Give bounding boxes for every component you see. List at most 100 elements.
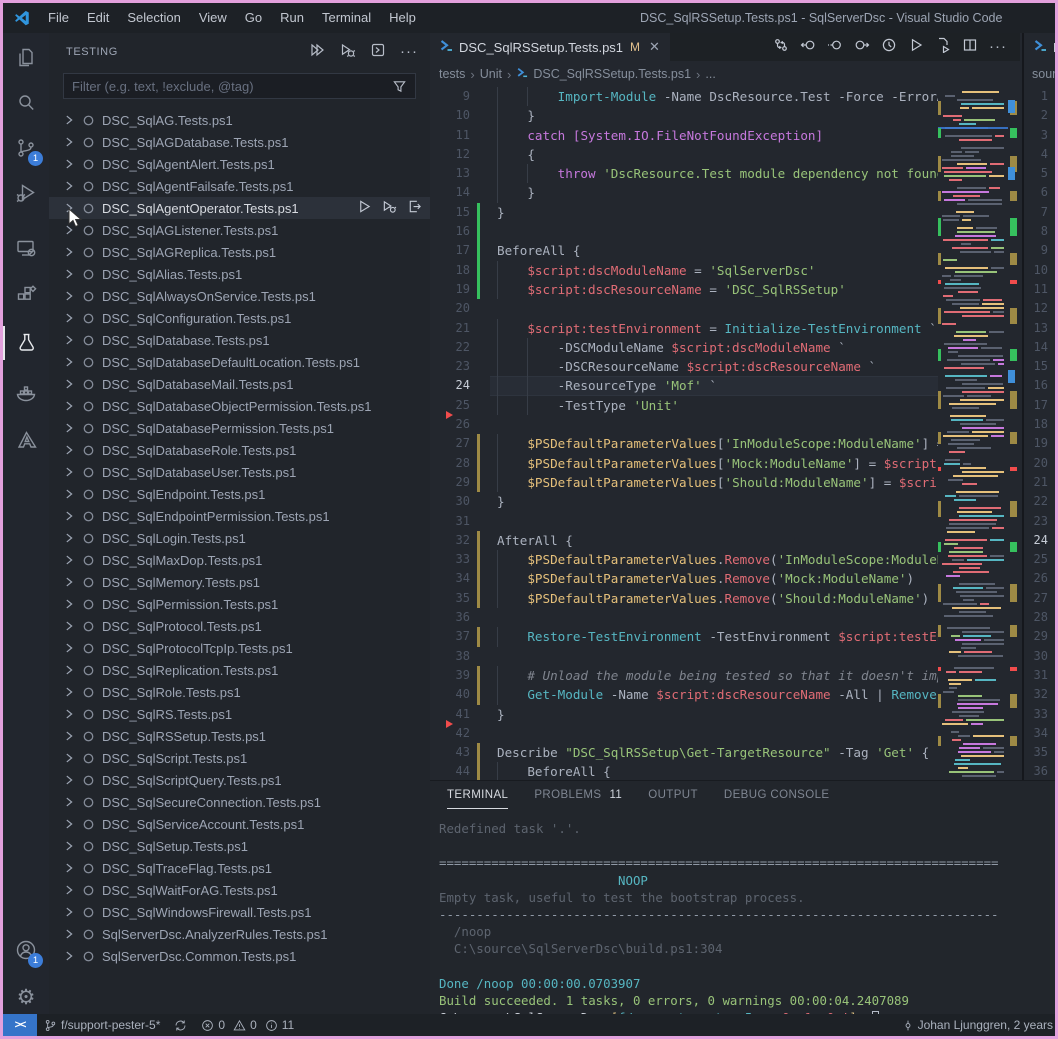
- line-number[interactable]: 21: [430, 319, 470, 338]
- activity-item-docker[interactable]: [3, 370, 49, 416]
- code-line[interactable]: 43Describe "DSC_SqlRSSetup\Get-TargetRes…: [430, 743, 938, 762]
- code-line[interactable]: 26: [430, 415, 938, 434]
- test-file-row[interactable]: DSC_SqlAgentFailsafe.Tests.ps1: [49, 175, 430, 197]
- remote-indicator[interactable]: ><: [3, 1014, 37, 1036]
- test-file-row[interactable]: DSC_SqlWindowsFirewall.Tests.ps1: [49, 901, 430, 923]
- panel-tab-debug-console[interactable]: DEBUG CONSOLE: [724, 781, 830, 809]
- line-number[interactable]: 43: [430, 743, 470, 762]
- line-number[interactable]: 27: [1024, 589, 1055, 608]
- test-file-row[interactable]: DSC_SqlDatabase.Tests.ps1: [49, 329, 430, 351]
- branch-status-item[interactable]: f/support-pester-5*: [37, 1018, 167, 1032]
- debug-test-button[interactable]: [382, 199, 397, 217]
- test-file-row[interactable]: DSC_SqlWaitForAG.Tests.ps1: [49, 879, 430, 901]
- breadcrumb-item[interactable]: sour: [1032, 67, 1056, 81]
- close-tab-icon[interactable]: ✕: [649, 39, 660, 55]
- line-number[interactable]: 33: [430, 550, 470, 569]
- code-line[interactable]: 31: [430, 512, 938, 531]
- line-number[interactable]: 6: [1024, 183, 1055, 202]
- line-number[interactable]: 14: [1024, 338, 1055, 357]
- menu-item-go[interactable]: Go: [236, 3, 271, 33]
- line-number[interactable]: 9: [1024, 241, 1055, 260]
- activity-item-extensions[interactable]: [3, 272, 49, 318]
- line-number[interactable]: 39: [430, 666, 470, 685]
- activity-item-remote-explorer[interactable]: [3, 225, 49, 271]
- line-number[interactable]: 21: [1024, 473, 1055, 492]
- line-number[interactable]: 23: [1024, 512, 1055, 531]
- editor-tab-2[interactable]: D: [1024, 33, 1055, 61]
- test-file-row[interactable]: DSC_SqlDatabaseRole.Tests.ps1: [49, 439, 430, 461]
- code-line[interactable]: 44 BeforeAll {: [430, 762, 938, 780]
- panel-tab-terminal[interactable]: TERMINAL: [447, 781, 508, 809]
- test-file-row[interactable]: DSC_SqlAGDatabase.Tests.ps1: [49, 131, 430, 153]
- line-number[interactable]: 30: [1024, 647, 1055, 666]
- line-number[interactable]: 36: [430, 608, 470, 627]
- activity-item-accounts[interactable]: 1: [3, 927, 49, 973]
- debug-tests-button[interactable]: [339, 42, 356, 63]
- test-file-row[interactable]: DSC_SqlDatabaseUser.Tests.ps1: [49, 461, 430, 483]
- test-file-row[interactable]: DSC_SqlRS.Tests.ps1: [49, 703, 430, 725]
- menu-item-selection[interactable]: Selection: [118, 3, 189, 33]
- git-blame-item[interactable]: Johan Ljunggren, 2 years: [902, 1018, 1055, 1032]
- line-number[interactable]: 35: [430, 589, 470, 608]
- line-number[interactable]: 24: [430, 376, 470, 395]
- test-file-row[interactable]: DSC_SqlRole.Tests.ps1: [49, 681, 430, 703]
- git-compare-icon[interactable]: [773, 37, 789, 58]
- line-number[interactable]: 18: [430, 261, 470, 280]
- line-number[interactable]: 38: [430, 647, 470, 666]
- line-number[interactable]: 35: [1024, 743, 1055, 762]
- sidebar-more-actions-button[interactable]: ···: [400, 47, 418, 57]
- code-line[interactable]: 12 {: [430, 145, 938, 164]
- code-line[interactable]: 34 $PSDefaultParameterValues.Remove('Moc…: [430, 569, 938, 588]
- test-file-row[interactable]: DSC_SqlTraceFlag.Tests.ps1: [49, 857, 430, 879]
- line-number[interactable]: 3: [1024, 126, 1055, 145]
- line-number[interactable]: 44: [430, 762, 470, 780]
- profile-icon[interactable]: [881, 37, 897, 58]
- show-test-output-button[interactable]: [370, 42, 386, 63]
- code-line[interactable]: 42: [430, 724, 938, 743]
- test-file-row[interactable]: SqlServerDsc.AnalyzerRules.Tests.ps1: [49, 923, 430, 945]
- run-file-icon[interactable]: [935, 37, 951, 58]
- test-file-row[interactable]: DSC_SqlAGListener.Tests.ps1: [49, 219, 430, 241]
- code-line[interactable]: 27 $PSDefaultParameterValues['InModuleSc…: [430, 434, 938, 453]
- test-file-row[interactable]: DSC_SqlReplication.Tests.ps1: [49, 659, 430, 681]
- code-line[interactable]: 11 catch [System.IO.FileNotFoundExceptio…: [430, 126, 938, 145]
- panel-tab-problems[interactable]: PROBLEMS11: [534, 781, 622, 809]
- line-number[interactable]: 12: [430, 145, 470, 164]
- code-line[interactable]: 25 -TestType 'Unit': [430, 396, 938, 415]
- breadcrumb-item[interactable]: tests: [439, 67, 465, 81]
- line-number[interactable]: 7: [1024, 203, 1055, 222]
- line-number[interactable]: 22: [430, 338, 470, 357]
- code-line[interactable]: 24 -ResourceType 'Mof' `: [430, 376, 938, 395]
- menu-item-file[interactable]: File: [39, 3, 78, 33]
- line-number[interactable]: 5: [1024, 164, 1055, 183]
- test-file-row[interactable]: DSC_SqlRSSetup.Tests.ps1: [49, 725, 430, 747]
- line-number[interactable]: 33: [1024, 705, 1055, 724]
- code-line[interactable]: 19 $script:dscResourceName = 'DSC_SqlRSS…: [430, 280, 938, 299]
- line-number[interactable]: 37: [430, 627, 470, 646]
- line-number[interactable]: 32: [430, 531, 470, 550]
- line-number[interactable]: 23: [430, 357, 470, 376]
- go-to-test-button[interactable]: [407, 199, 422, 217]
- test-file-row[interactable]: DSC_SqlAgentAlert.Tests.ps1: [49, 153, 430, 175]
- code-line[interactable]: 14 }: [430, 183, 938, 202]
- line-number[interactable]: 24: [1024, 531, 1055, 550]
- menu-item-run[interactable]: Run: [271, 3, 313, 33]
- code-line[interactable]: 35 $PSDefaultParameterValues.Remove('Sho…: [430, 589, 938, 608]
- run-icon[interactable]: [908, 37, 924, 58]
- test-file-row[interactable]: DSC_SqlAlwaysOnService.Tests.ps1: [49, 285, 430, 307]
- more-actions-icon[interactable]: ···: [989, 38, 1007, 56]
- menu-item-terminal[interactable]: Terminal: [313, 3, 380, 33]
- breadcrumb-item[interactable]: ...: [705, 67, 715, 81]
- breadcrumb-item[interactable]: Unit: [480, 67, 502, 81]
- panel-tab-output[interactable]: OUTPUT: [648, 781, 698, 809]
- activity-item-testing[interactable]: [3, 320, 49, 366]
- code-line[interactable]: 39 # Unload the module being tested so t…: [430, 666, 938, 685]
- filter-icon[interactable]: [392, 79, 407, 94]
- line-number[interactable]: 1: [1024, 87, 1055, 106]
- code-line[interactable]: 28 $PSDefaultParameterValues['Mock:Modul…: [430, 454, 938, 473]
- line-number[interactable]: 13: [430, 164, 470, 183]
- test-file-row[interactable]: DSC_SqlScript.Tests.ps1: [49, 747, 430, 769]
- line-number[interactable]: 27: [430, 434, 470, 453]
- code-line[interactable]: 16: [430, 222, 938, 241]
- overview-ruler[interactable]: [1008, 87, 1020, 780]
